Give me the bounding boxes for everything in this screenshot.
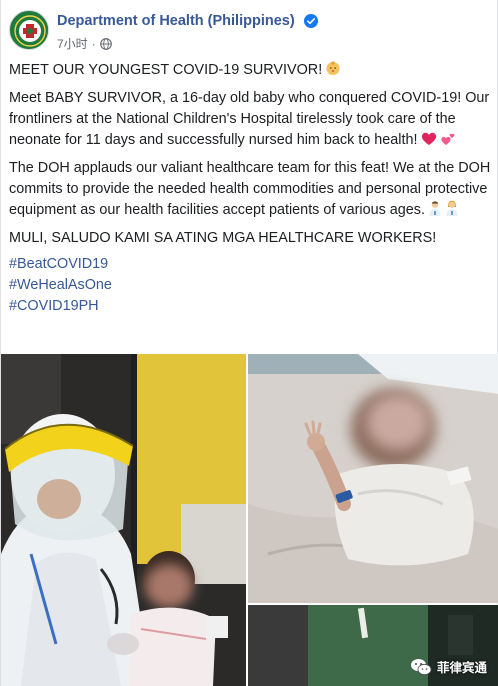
hashtag-list: #BeatCOVID19 #WeHealAsOne #COVID19PH — [9, 254, 491, 317]
paragraph-3-text: The DOH applauds our valiant healthcare … — [9, 160, 491, 218]
post-timestamp[interactable]: 7小时 — [57, 35, 88, 52]
post-header: Department of Health (Philippines) 7小时 · — [1, 0, 498, 58]
photo-grid: 菲律宾通 — [1, 354, 498, 686]
post-paragraph-2: Meet BABY SURVIVOR, a 16-day old baby wh… — [9, 88, 491, 153]
watermark: 菲律宾通 — [410, 657, 487, 676]
photo-baby-in-bed[interactable] — [248, 354, 498, 603]
post-meta: 7小时 · — [57, 35, 112, 52]
paragraph-2-text: Meet BABY SURVIVOR, a 16-day old baby wh… — [9, 90, 490, 148]
baby-face-emoji — [325, 60, 341, 83]
doh-seal-logo — [11, 12, 48, 49]
photo-health-worker-with-baby[interactable] — [1, 354, 246, 686]
facebook-post: Department of Health (Philippines) 7小时 ·… — [0, 0, 498, 686]
paragraph-1-text: MEET OUR YOUNGEST COVID-19 SURVIVOR! — [9, 62, 323, 78]
hashtag-link[interactable]: #BeatCOVID19 — [9, 254, 491, 275]
meta-separator: · — [91, 36, 96, 51]
two-hearts-emoji — [440, 131, 456, 153]
red-heart-emoji — [421, 131, 437, 153]
page-avatar[interactable] — [9, 10, 49, 50]
globe-icon[interactable] — [99, 37, 112, 50]
watermark-text: 菲律宾通 — [436, 661, 487, 675]
health-worker-man-emoji — [428, 200, 442, 223]
page-name-link[interactable]: Department of Health (Philippines) — [57, 13, 295, 29]
wechat-icon — [410, 658, 432, 675]
health-worker-woman-emoji — [445, 200, 459, 223]
hashtag-link[interactable]: #WeHealAsOne — [9, 275, 491, 296]
post-text: MEET OUR YOUNGEST COVID-19 SURVIVOR! Mee… — [9, 60, 491, 317]
verified-badge-icon — [304, 14, 318, 28]
post-paragraph-1: MEET OUR YOUNGEST COVID-19 SURVIVOR! — [9, 60, 491, 83]
post-paragraph-3: The DOH applauds our valiant healthcare … — [9, 158, 491, 223]
post-paragraph-4: MULI, SALUDO KAMI SA ATING MGA HEALTHCAR… — [9, 228, 491, 249]
paragraph-4-text: MULI, SALUDO KAMI SA ATING MGA HEALTHCAR… — [9, 230, 437, 246]
photo-hospital-hallway[interactable]: 菲律宾通 — [248, 605, 498, 686]
hashtag-link[interactable]: #COVID19PH — [9, 296, 491, 317]
